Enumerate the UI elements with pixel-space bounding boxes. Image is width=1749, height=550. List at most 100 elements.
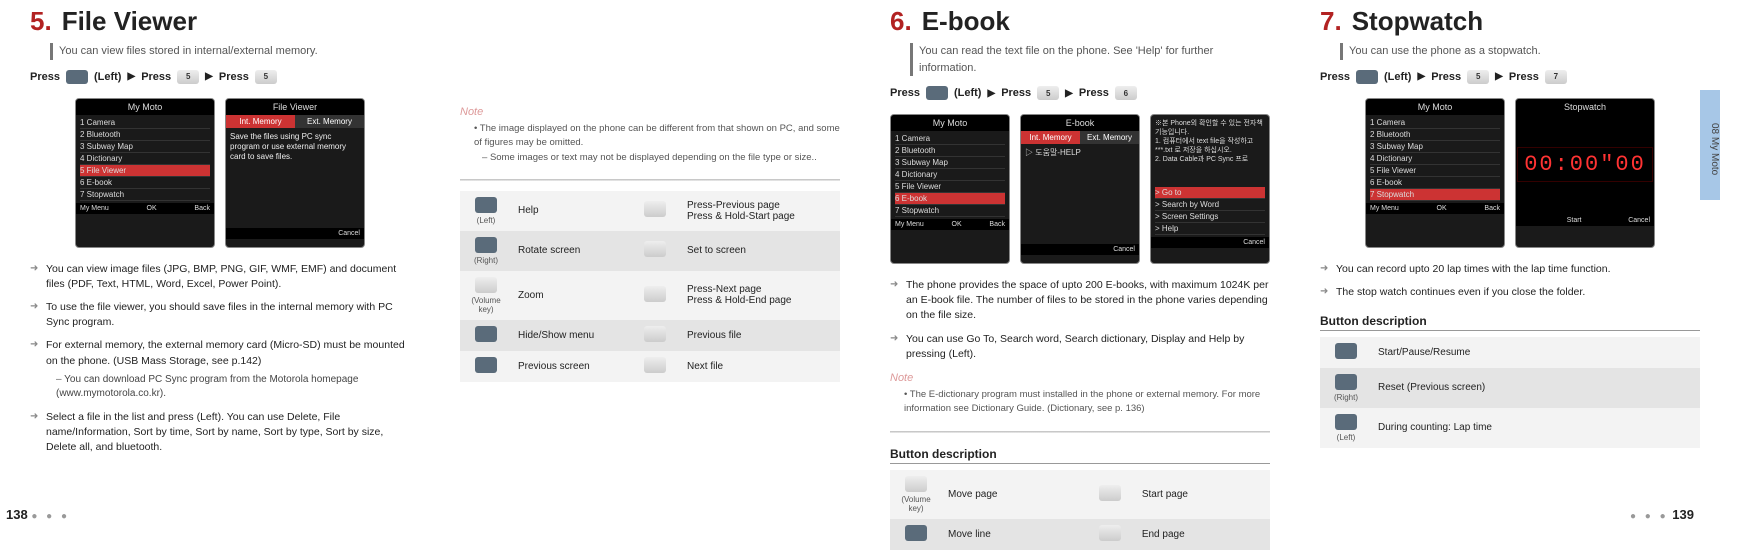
key-action: Start/Pause/Resume — [1372, 337, 1700, 368]
softkey-label: My Menu — [895, 221, 924, 228]
phone-menu: 1 Camera 2 Bluetooth 3 Subway Map 4 Dict… — [891, 131, 1009, 219]
softkey-label: My Menu — [1370, 205, 1399, 212]
section-5-left: 5. File Viewer You can view files stored… — [0, 0, 430, 526]
table-row: (Left) During counting: Lap time — [1320, 408, 1700, 448]
softkey-label: My Menu — [80, 205, 109, 212]
key-action: Move line — [942, 519, 1084, 550]
bullet-text: For external memory, the external memory… — [46, 339, 405, 366]
bullet-item: The phone provides the space of upto 200… — [890, 278, 1270, 324]
section-6: 6. E-book You can read the text file on … — [860, 0, 1290, 526]
list-item: 1 Camera — [1370, 117, 1500, 129]
softkey-icon — [475, 237, 497, 253]
phone-mymoto: My Moto 1 Camera 2 Bluetooth 3 Subway Ma… — [890, 114, 1010, 264]
key-action: Start page — [1136, 470, 1270, 519]
note-block: Note • The E-dictionary program must ins… — [890, 372, 1270, 417]
phone-title: Stopwatch — [1516, 99, 1654, 115]
list-item: 6 E-book — [895, 193, 1005, 205]
key-6-icon: 6 — [1115, 86, 1137, 100]
bullet-item: You can view image files (JPG, BMP, PNG,… — [30, 262, 410, 292]
press-word: Press — [1001, 87, 1031, 99]
key-cell: (Left) — [460, 191, 512, 231]
softkey-label: Back — [1484, 205, 1500, 212]
phone-title: My Moto — [891, 115, 1009, 131]
volume-key-icon — [905, 476, 927, 492]
table-row: (Right) Rotate screen Set to screen — [460, 231, 840, 271]
softkey-icon — [1335, 414, 1357, 430]
divider — [460, 179, 840, 181]
list-item: > Help — [1155, 223, 1265, 235]
press-word: Press — [1509, 71, 1539, 83]
hash-key-icon — [644, 357, 666, 373]
bullet-text: You can record upto 20 lap times with th… — [1336, 263, 1611, 275]
phone-title: My Moto — [1366, 99, 1504, 115]
bullet-text: To use the file viewer, you should save … — [46, 301, 393, 328]
phone-body-text: ※본 Phone외 확인할 수 있는 전자책 기능입니다. 1. 컴퓨터에서 t… — [1151, 115, 1269, 185]
key-7-icon: 7 — [1545, 70, 1567, 84]
volume-key-icon — [475, 277, 497, 293]
ok-key-icon — [1335, 343, 1357, 359]
softkey-label: Cancel — [1113, 246, 1135, 253]
softkey-label: Start — [1567, 217, 1582, 224]
section-5-screenshots: My Moto 1 Camera 2 Bluetooth 3 Subway Ma… — [30, 98, 410, 248]
numkey-icon — [644, 241, 666, 257]
section-5-title: File Viewer — [62, 6, 197, 37]
table-row: (Right) Reset (Previous screen) — [1320, 368, 1700, 408]
list-item: 6 E-book — [80, 177, 210, 189]
table-row: (Left) Help Press-Previous page Press & … — [460, 191, 840, 231]
list-item: 4 Dictionary — [895, 169, 1005, 181]
list-item: 5 File Viewer — [80, 165, 210, 177]
star-key-icon — [644, 326, 666, 342]
press-word: Press — [1431, 71, 1461, 83]
bullet-item: The stop watch continues even if you clo… — [1320, 285, 1700, 300]
section-7-number: 7. — [1320, 6, 1342, 37]
list-item: 1 Camera — [80, 117, 210, 129]
key-action: Hide/Show menu — [512, 320, 629, 351]
side-tab: 08 My Moto — [1700, 90, 1720, 200]
key-cell — [460, 351, 512, 382]
tab-ext-memory: Ext. Memory — [1080, 131, 1139, 144]
softkey-label: Cancel — [1243, 239, 1265, 246]
section-5-bullets: You can view image files (JPG, BMP, PNG,… — [30, 262, 410, 456]
key-label: (Right) — [1326, 393, 1366, 402]
key-label: (Left) — [466, 216, 506, 225]
section-6-number: 6. — [890, 6, 912, 37]
list-item: 7 Stopwatch — [1370, 189, 1500, 201]
section-5-number: 5. — [30, 6, 52, 37]
page-number-left: 138 ● ● ● — [6, 507, 70, 522]
key-cell — [1084, 519, 1136, 550]
table-row: (Volume key) Move page Start page — [890, 470, 1270, 519]
phone-ebook: E-book Int. Memory Ext. Memory ▷ 도움말-HEL… — [1020, 114, 1140, 264]
section-6-bullets: The phone provides the space of upto 200… — [890, 278, 1270, 362]
phone-tabs: Int. Memory Ext. Memory — [1021, 131, 1139, 144]
phone-footer: My Menu OK Back — [76, 203, 214, 214]
numkey-icon — [644, 201, 666, 217]
list-item: 4 Dictionary — [1370, 153, 1500, 165]
divider — [890, 431, 1270, 433]
note-text: • The image displayed on the phone can b… — [474, 122, 840, 165]
stopwatch-face: 00:00"00 — [1516, 115, 1654, 215]
list-item: 3 Subway Map — [895, 157, 1005, 169]
phone-title: E-book — [1021, 115, 1139, 131]
phone-footer: Cancel — [1021, 244, 1139, 255]
key-cell — [460, 320, 512, 351]
phone-mymoto: My Moto 1 Camera 2 Bluetooth 3 Subway Ma… — [1365, 98, 1505, 248]
section-7-heading: 7. Stopwatch — [1320, 6, 1700, 37]
key-action: End page — [1136, 519, 1270, 550]
key-cell — [1084, 470, 1136, 519]
button-description-heading: Button description — [890, 447, 1270, 464]
press-left-label: (Left) — [954, 87, 982, 99]
bullet-text: The phone provides the space of upto 200… — [906, 279, 1268, 321]
phone-ebook-help: ※본 Phone외 확인할 수 있는 전자책 기능입니다. 1. 컴퓨터에서 t… — [1150, 114, 1270, 264]
phone-footer: Cancel — [1151, 237, 1269, 248]
list-item: 3 Subway Map — [80, 141, 210, 153]
section-5-subtitle: You can view files stored in internal/ex… — [50, 43, 410, 60]
section-7-screenshots: My Moto 1 Camera 2 Bluetooth 3 Subway Ma… — [1320, 98, 1700, 248]
tab-ext-memory: Ext. Memory — [295, 115, 364, 128]
arrow-icon: ▶ — [205, 71, 213, 82]
list-item: > Go to — [1155, 187, 1265, 199]
section-7-title: Stopwatch — [1352, 6, 1483, 37]
key-cell — [629, 320, 681, 351]
phone-footer: My Menu OK Back — [891, 219, 1009, 230]
key-cell: (Volume key) — [460, 271, 512, 320]
section-5-heading: 5. File Viewer — [30, 6, 410, 37]
